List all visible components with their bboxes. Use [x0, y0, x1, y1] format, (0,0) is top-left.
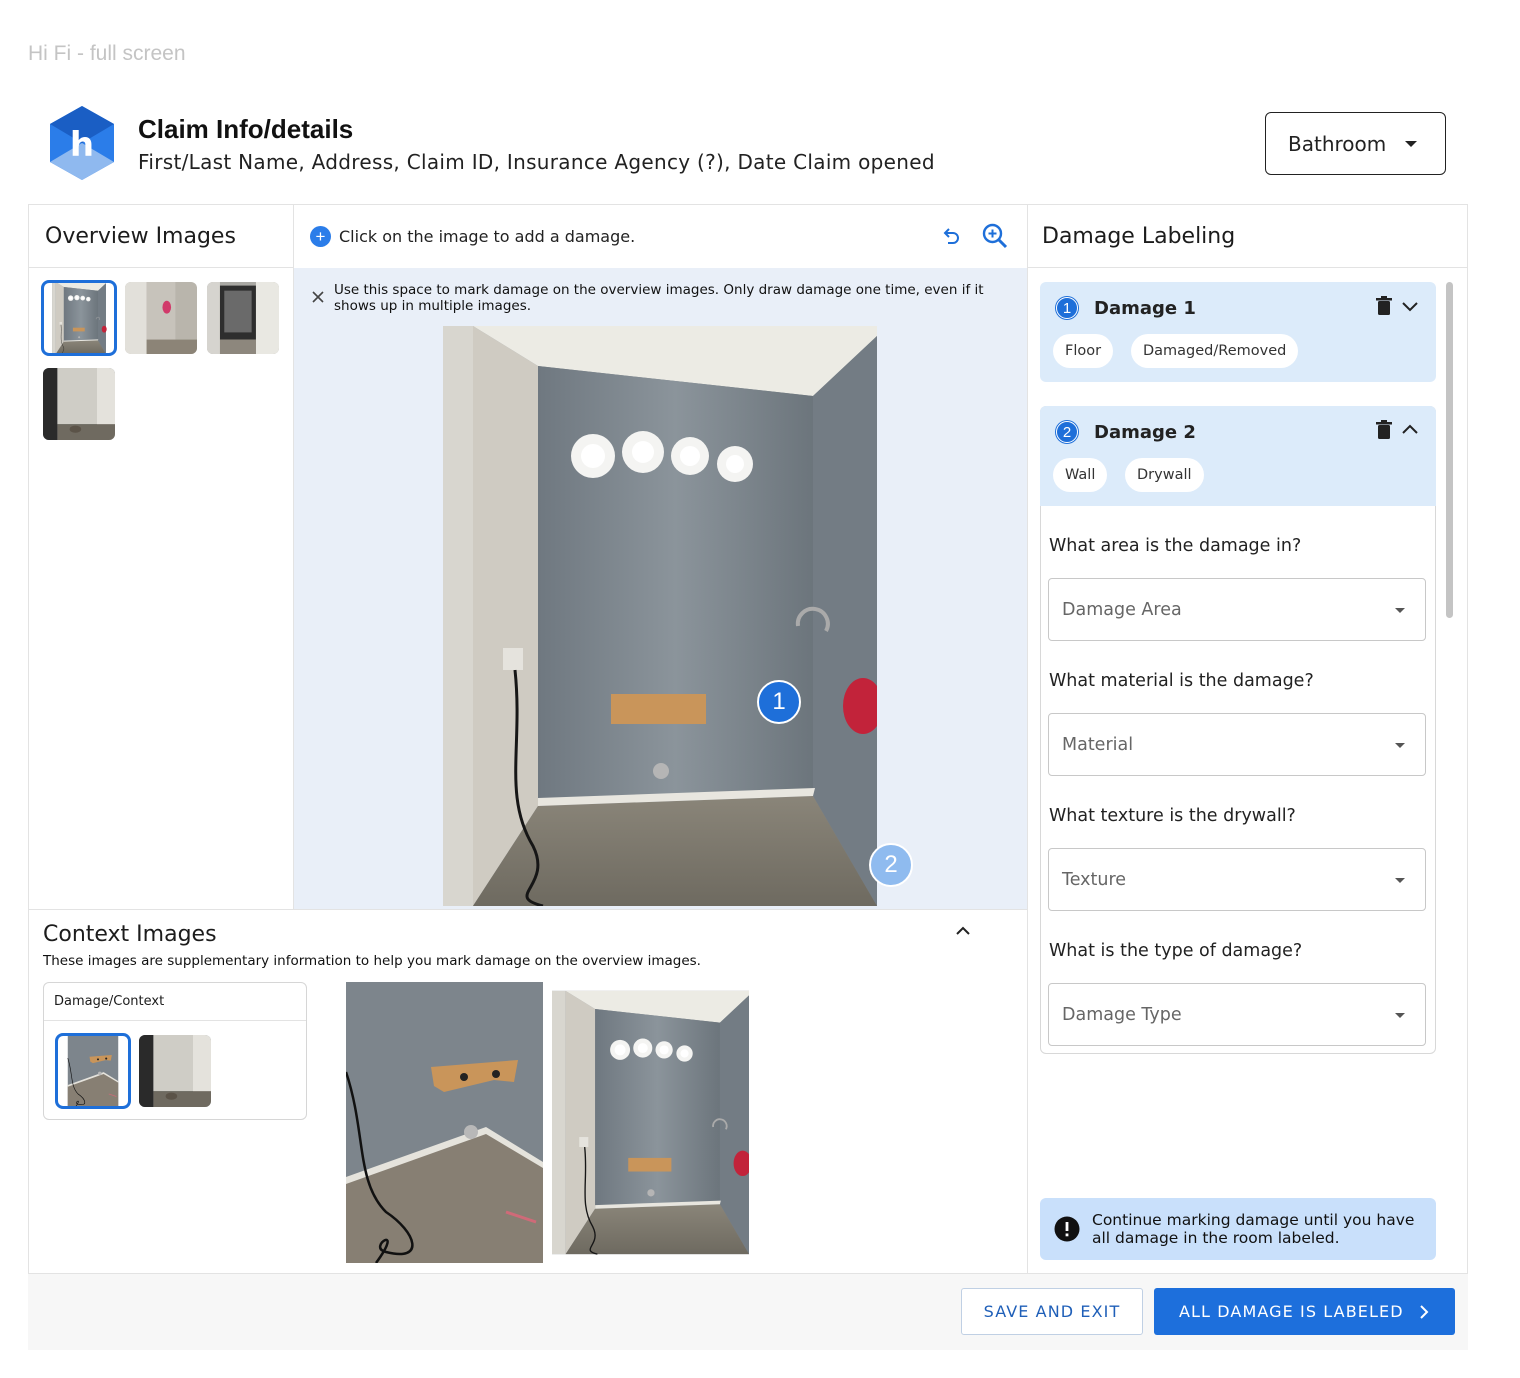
- zoom-in-icon[interactable]: [981, 222, 1009, 250]
- claim-subtitle: First/Last Name, Address, Claim ID, Insu…: [138, 150, 935, 174]
- divider: [1027, 204, 1028, 1274]
- damage-number-badge: 1: [1056, 297, 1078, 319]
- undo-icon[interactable]: [940, 226, 962, 248]
- damage-card-2-header[interactable]: 2 Damage 2 Wall Drywall: [1040, 406, 1436, 506]
- room-select-value: Bathroom: [1288, 131, 1387, 156]
- damage-marker-2[interactable]: 2: [869, 843, 913, 887]
- overview-thumb-image: [125, 282, 197, 354]
- question-label: What area is the damage in?: [1049, 536, 1302, 556]
- tag-chip: Damaged/Removed: [1131, 334, 1299, 368]
- overview-thumb-image: [43, 368, 115, 440]
- context-thumb[interactable]: [139, 1035, 211, 1107]
- question-label: What is the type of damage?: [1049, 941, 1303, 961]
- material-placeholder: Material: [1062, 734, 1134, 755]
- context-thumb-image: [139, 1035, 211, 1107]
- overview-thumb-image: [207, 282, 279, 354]
- texture-select[interactable]: Texture: [1048, 848, 1426, 911]
- caret-down-icon: [1395, 878, 1405, 883]
- context-image[interactable]: [552, 982, 749, 1263]
- overview-thumb[interactable]: [207, 282, 279, 354]
- tag-chip: Wall: [1053, 458, 1108, 492]
- app-logo: h: [50, 106, 114, 180]
- caret-down-icon: [1395, 608, 1405, 613]
- frame-label: Hi Fi - full screen: [28, 42, 186, 65]
- all-damage-labeled-button[interactable]: ALL DAMAGE IS LABELED: [1154, 1288, 1455, 1335]
- tag-chip: Floor: [1053, 334, 1114, 368]
- scrollbar[interactable]: [1446, 282, 1453, 618]
- all-damage-labeled-label: ALL DAMAGE IS LABELED: [1179, 1302, 1404, 1321]
- overview-thumb-image: [51, 282, 108, 354]
- close-icon[interactable]: [311, 290, 325, 304]
- caret-down-icon: [1395, 1013, 1405, 1018]
- svg-text:h: h: [70, 125, 94, 165]
- chevron-up-icon[interactable]: [954, 922, 972, 940]
- context-title: Context Images: [43, 922, 217, 947]
- chevron-right-icon: [1420, 1305, 1429, 1319]
- trash-icon[interactable]: [1376, 420, 1392, 440]
- context-thumb[interactable]: [55, 1033, 131, 1109]
- divider: [1027, 267, 1468, 268]
- damage-area-placeholder: Damage Area: [1062, 599, 1182, 620]
- context-subtitle: These images are supplementary informati…: [43, 953, 701, 969]
- damage-type-select[interactable]: Damage Type: [1048, 983, 1426, 1046]
- damage-card-title: Damage 1: [1094, 298, 1196, 319]
- canvas-notice: Use this space to mark damage on the ove…: [334, 282, 984, 314]
- overview-thumb[interactable]: [43, 368, 115, 440]
- overview-thumb[interactable]: [41, 280, 117, 356]
- trash-icon[interactable]: [1376, 296, 1392, 316]
- canvas-instruction: Click on the image to add a damage.: [339, 227, 636, 246]
- context-image[interactable]: [346, 982, 543, 1263]
- material-select[interactable]: Material: [1048, 713, 1426, 776]
- damage-panel-title: Damage Labeling: [1042, 224, 1236, 249]
- damage-area-select[interactable]: Damage Area: [1048, 578, 1426, 641]
- overview-title: Overview Images: [45, 224, 236, 249]
- context-thumb-image: [67, 1035, 119, 1107]
- divider: [28, 267, 293, 268]
- damage-type-placeholder: Damage Type: [1062, 1004, 1182, 1025]
- damage-card-1[interactable]: 1 Damage 1 Floor Damaged/Removed: [1040, 282, 1436, 382]
- alert-icon: [1054, 1216, 1080, 1242]
- damage-marker-1[interactable]: 1: [757, 680, 801, 724]
- tag-chip: Drywall: [1125, 458, 1204, 492]
- damage-number-badge: 2: [1056, 421, 1078, 443]
- alert-text: Continue marking damage until you have a…: [1092, 1211, 1415, 1247]
- overview-main-image[interactable]: [443, 326, 877, 906]
- save-and-exit-button[interactable]: SAVE AND EXIT: [961, 1288, 1143, 1335]
- caret-down-icon: [1395, 743, 1405, 748]
- texture-placeholder: Texture: [1062, 869, 1127, 890]
- overview-thumb[interactable]: [125, 282, 197, 354]
- divider: [28, 909, 1027, 910]
- context-group-title: Damage/Context: [44, 983, 306, 1021]
- info-alert: Continue marking damage until you have a…: [1040, 1198, 1436, 1260]
- caret-down-icon: [1405, 141, 1417, 147]
- damage-card-title: Damage 2: [1094, 422, 1196, 443]
- chevron-down-icon[interactable]: [1401, 298, 1419, 314]
- chevron-up-icon[interactable]: [1401, 422, 1419, 438]
- save-and-exit-label: SAVE AND EXIT: [983, 1302, 1121, 1321]
- question-label: What material is the damage?: [1049, 671, 1314, 691]
- question-label: What texture is the drywall?: [1049, 806, 1296, 826]
- claim-title: Claim Info/details: [138, 114, 354, 144]
- room-select[interactable]: Bathroom: [1265, 112, 1446, 175]
- add-damage-icon: +: [310, 226, 331, 247]
